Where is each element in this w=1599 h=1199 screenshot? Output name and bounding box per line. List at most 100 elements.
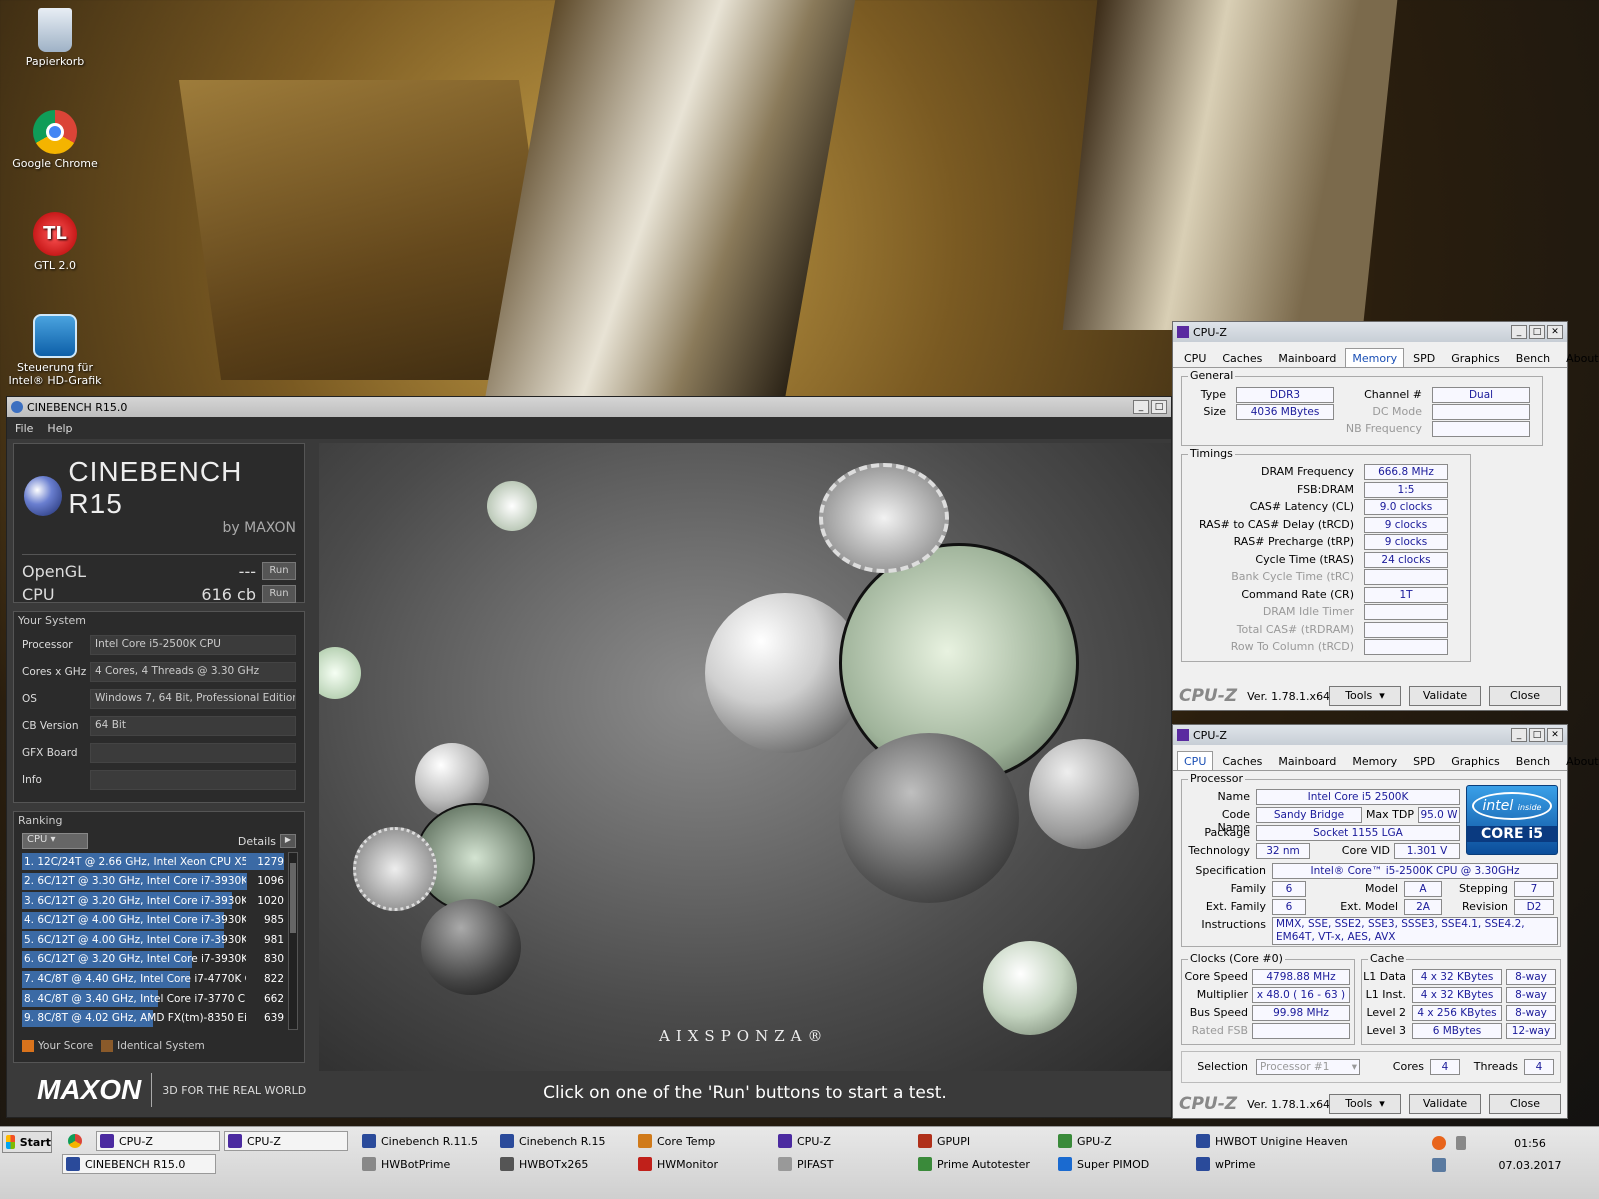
details-button[interactable]: ▶ [280, 834, 296, 848]
processor-title: Processor [1188, 772, 1245, 785]
tab-graphics[interactable]: Graphics [1444, 348, 1507, 367]
tab-about[interactable]: About [1559, 348, 1599, 367]
start-button[interactable]: Start [2, 1131, 52, 1153]
tools-button[interactable]: Tools ▾ [1329, 686, 1401, 706]
ranking-scrollbar[interactable] [288, 852, 298, 1030]
tab-memory[interactable]: Memory [1345, 751, 1404, 770]
tab-bench[interactable]: Bench [1509, 348, 1557, 367]
desktop-icon-label: Google Chrome [12, 157, 98, 170]
system-label: GFX Board [22, 746, 78, 759]
volume-icon[interactable] [1456, 1133, 1471, 1153]
render-sphere [487, 481, 537, 531]
stepping-label: Stepping [1458, 882, 1508, 895]
intel-core-i5-badge: intel inside CORE i5 [1466, 785, 1558, 855]
system-value: Windows 7, 64 Bit, Professional Edition … [90, 688, 296, 709]
ranking-row[interactable]: 8. 4C/8T @ 3.40 GHz, Intel Core i7-3770 … [22, 989, 284, 1008]
minimize-button[interactable]: _ [1133, 400, 1149, 414]
desktop-icon-intel-graphics[interactable]: Steuerung für Intel® HD-Grafik [0, 314, 110, 387]
maximize-button[interactable]: □ [1529, 728, 1545, 742]
tab-spd[interactable]: SPD [1406, 348, 1442, 367]
ranking-select[interactable]: CPU ▾ [22, 833, 88, 849]
core-vid-label: Core VID [1341, 844, 1390, 857]
system-row: Cores x GHz 4 Cores, 4 Threads @ 3.30 GHz [22, 658, 296, 685]
desktop-icon-chrome[interactable]: Google Chrome [0, 110, 110, 170]
tab-caches[interactable]: Caches [1215, 348, 1269, 367]
cache-label: L1 Inst. [1365, 988, 1406, 1001]
tab-graphics[interactable]: Graphics [1444, 751, 1507, 770]
taskbar-item[interactable]: Super PIMOD [1058, 1154, 1149, 1174]
tab-cpu[interactable]: CPU [1177, 348, 1213, 367]
system-label: Cores x GHz [22, 665, 87, 678]
taskbar-item-label: HWMonitor [657, 1157, 718, 1171]
validate-button[interactable]: Validate [1409, 686, 1481, 706]
taskbar-item[interactable]: PIFAST [778, 1154, 833, 1174]
ranking-row[interactable]: 4. 6C/12T @ 4.00 GHz, Intel Core i7-3930… [22, 911, 284, 930]
menu-file[interactable]: File [15, 422, 33, 435]
taskbar-item[interactable]: HWBOT Unigine Heaven [1196, 1131, 1348, 1151]
taskbar-item[interactable]: GPU-Z [1058, 1131, 1112, 1151]
ranking-row[interactable]: 5. 6C/12T @ 4.00 GHz, Intel Core i7-3930… [22, 930, 284, 949]
maximize-button[interactable]: □ [1151, 400, 1167, 414]
chrome-quicklaunch-icon[interactable] [68, 1131, 87, 1151]
taskbar-item[interactable]: CPU-Z [778, 1131, 831, 1151]
taskbar-item[interactable]: HWBOTx265 [500, 1154, 588, 1174]
timing-value [1364, 569, 1448, 585]
legend-your-score: Your Score [38, 1040, 94, 1052]
nb-frequency-label: NB Frequency [1345, 422, 1422, 435]
rated-fsb-value [1252, 1023, 1350, 1039]
taskbar-item[interactable]: Prime Autotester [918, 1154, 1030, 1174]
minimize-button[interactable]: _ [1511, 728, 1527, 742]
tab-cpu[interactable]: CPU [1177, 751, 1214, 770]
tab-bench[interactable]: Bench [1509, 751, 1557, 770]
close-button[interactable]: Close [1489, 686, 1561, 706]
ranking-row[interactable]: 3. 6C/12T @ 3.20 GHz, Intel Core i7-3930… [22, 891, 284, 910]
validate-button[interactable]: Validate [1409, 1094, 1481, 1114]
close-button[interactable]: ✕ [1547, 325, 1563, 339]
opengl-run-button[interactable]: Run [262, 562, 296, 580]
maximize-button[interactable]: □ [1529, 325, 1545, 339]
taskbar-item[interactable]: GPUPI [918, 1131, 970, 1151]
cpu-run-button[interactable]: Run [262, 585, 296, 603]
tools-button[interactable]: Tools ▾ [1329, 1094, 1401, 1114]
tab-mainboard[interactable]: Mainboard [1271, 751, 1343, 770]
app-logo-subtitle: by MAXON [222, 520, 296, 536]
processor-select[interactable]: Processor #1 ▾ [1256, 1059, 1360, 1075]
ranking-row[interactable]: 9. 8C/8T @ 4.02 GHz, AMD FX(tm)-8350 Eig… [22, 1009, 284, 1028]
taskbar-item[interactable]: Core Temp [638, 1131, 715, 1151]
intel-badge-brand: intel [1482, 798, 1514, 814]
desktop-icon-gtl[interactable]: TL GTL 2.0 [0, 212, 110, 272]
ranking-row[interactable]: 6. 6C/12T @ 3.20 GHz, Intel Core i7-3930… [22, 950, 284, 969]
tab-spd[interactable]: SPD [1406, 751, 1442, 770]
tab-about[interactable]: About [1559, 751, 1599, 770]
ranking-row[interactable]: 1. 12C/24T @ 2.66 GHz, Intel Xeon CPU X5… [22, 852, 284, 871]
minimize-button[interactable]: _ [1511, 325, 1527, 339]
cinebench-logo-icon [24, 476, 63, 516]
tab-mainboard[interactable]: Mainboard [1271, 348, 1343, 367]
tab-memory[interactable]: Memory [1345, 348, 1405, 367]
taskbar-item[interactable]: HWMonitor [638, 1154, 718, 1174]
tray-icon-browser[interactable] [1432, 1133, 1451, 1153]
taskbar-item[interactable]: CPU-Z [224, 1131, 348, 1151]
close-button[interactable]: Close [1489, 1094, 1561, 1114]
ranking-row[interactable]: 2. 6C/12T @ 3.30 GHz, Intel Core i7-3930… [22, 872, 284, 891]
menu-help[interactable]: Help [47, 422, 72, 435]
taskbar-item-icon [362, 1157, 376, 1171]
taskbar-item[interactable]: HWBotPrime [362, 1154, 450, 1174]
timing-label: Bank Cycle Time (tRC) [1231, 570, 1354, 583]
tab-caches[interactable]: Caches [1215, 751, 1269, 770]
network-icon[interactable] [1432, 1155, 1451, 1175]
taskbar-item-label: GPUPI [937, 1134, 971, 1148]
ranking-text: 2. 6C/12T @ 3.30 GHz, Intel Core i7-3930… [24, 875, 246, 888]
clock-time[interactable]: 01:56 [1500, 1133, 1560, 1153]
taskbar-item[interactable]: Cinebench R.11.5 [362, 1131, 478, 1151]
bus-speed-value: 99.98 MHz [1252, 1005, 1350, 1021]
desktop-icon-recycle-bin[interactable]: Papierkorb [0, 8, 110, 68]
taskbar-item[interactable]: CINEBENCH R15.0 [62, 1154, 216, 1174]
taskbar-item[interactable]: wPrime [1196, 1154, 1256, 1174]
ranking-row[interactable]: 7. 4C/8T @ 4.40 GHz, Intel Core i7-4770K… [22, 970, 284, 989]
taskbar-item[interactable]: Cinebench R.15 [500, 1131, 605, 1151]
taskbar-item[interactable]: CPU-Z [96, 1131, 220, 1151]
clock-date[interactable]: 07.03.2017 [1490, 1155, 1570, 1175]
close-button[interactable]: ✕ [1547, 728, 1563, 742]
window-title: CPU-Z [1193, 728, 1227, 742]
